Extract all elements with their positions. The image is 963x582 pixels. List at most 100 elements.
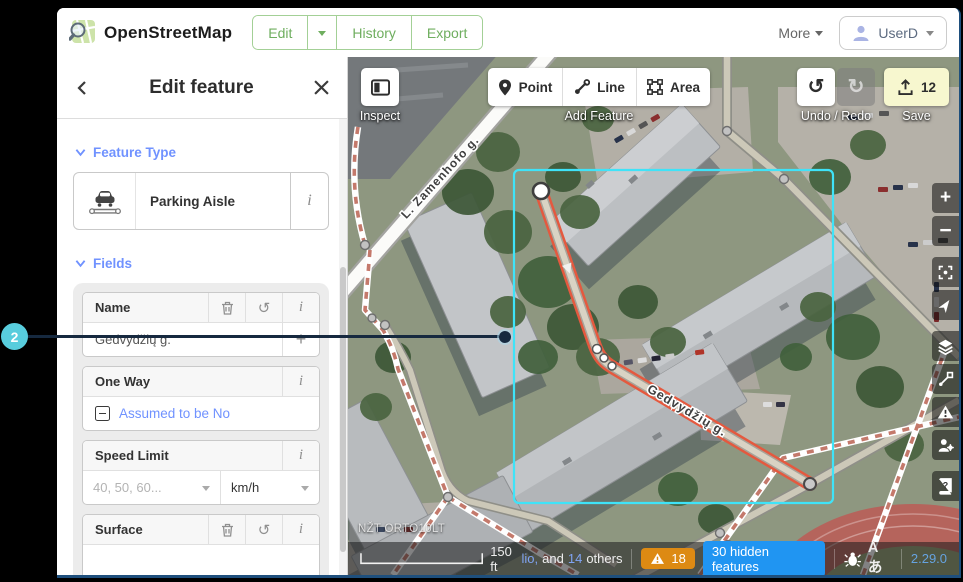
more-label: More bbox=[778, 25, 810, 41]
osm-brand[interactable]: OpenStreetMap bbox=[69, 19, 232, 46]
help-button[interactable]: ? bbox=[932, 471, 959, 501]
field-info-button[interactable]: i bbox=[282, 367, 319, 396]
way-start-vertex[interactable] bbox=[533, 183, 549, 199]
back-button[interactable] bbox=[75, 80, 89, 96]
edit-dropdown-button[interactable] bbox=[307, 16, 336, 49]
inspect-panel-icon bbox=[371, 79, 390, 96]
inspect-button[interactable] bbox=[361, 68, 399, 106]
chevron-down-icon bbox=[815, 31, 823, 40]
preferences-button[interactable] bbox=[932, 430, 959, 460]
scrollbar-thumb[interactable] bbox=[340, 267, 346, 552]
imagery-attribution[interactable]: NŽT ORTO10LT bbox=[358, 523, 445, 535]
field-info-button[interactable]: i bbox=[282, 515, 319, 544]
brand-title: OpenStreetMap bbox=[104, 23, 232, 43]
name-field-label: Name bbox=[83, 293, 208, 322]
contributor-link[interactable]: lio, bbox=[522, 551, 539, 566]
sidebar-content: Feature Type Parking bbox=[57, 119, 339, 575]
more-menu-button[interactable]: More bbox=[778, 25, 823, 41]
frame-target-icon bbox=[937, 264, 954, 281]
user-menu-button[interactable]: UserD bbox=[839, 16, 947, 50]
redo-button[interactable]: ↻ bbox=[837, 68, 875, 106]
user-settings-icon bbox=[937, 437, 954, 453]
save-button[interactable]: 12 bbox=[884, 68, 949, 106]
save-count-badge: 12 bbox=[921, 80, 936, 95]
zoom-out-button[interactable]: − bbox=[932, 216, 959, 246]
chevron-down-icon bbox=[202, 486, 210, 495]
header-right: More UserD bbox=[778, 16, 947, 50]
hidden-features-label: 30 hidden features bbox=[712, 544, 816, 574]
chevron-down-icon bbox=[301, 486, 309, 495]
chevron-down-icon bbox=[926, 31, 934, 40]
undo-button[interactable]: ↺ bbox=[797, 68, 835, 106]
field-info-button[interactable]: i bbox=[282, 293, 319, 322]
hidden-features-badge[interactable]: 30 hidden features bbox=[703, 541, 825, 576]
speed-placeholder: 40, 50, 60... bbox=[93, 480, 162, 495]
report-bug-icon[interactable] bbox=[844, 551, 861, 567]
annotation-number-badge: 2 bbox=[1, 323, 28, 350]
fields-container: Name ↺ i Gedvydžių g. + bbox=[73, 283, 329, 575]
layers-icon bbox=[937, 338, 954, 355]
browser-window: OpenStreetMap Edit History Export More U… bbox=[57, 8, 961, 578]
preset-info-button[interactable]: i bbox=[290, 173, 328, 229]
way-vertex[interactable] bbox=[593, 345, 602, 354]
navigation-arrow-icon bbox=[938, 298, 953, 313]
add-area-button[interactable]: Area bbox=[636, 68, 710, 106]
zoom-in-button[interactable]: + bbox=[932, 183, 959, 213]
statusbar-divider bbox=[901, 549, 902, 569]
warning-triangle-icon bbox=[650, 552, 665, 565]
name-input[interactable]: Gedvydžių g. bbox=[83, 323, 282, 356]
area-label: Area bbox=[670, 80, 700, 95]
save-label: Save bbox=[884, 109, 949, 123]
export-button[interactable]: Export bbox=[411, 16, 482, 49]
translate-button[interactable]: Aあ bbox=[868, 540, 892, 575]
map-data-icon bbox=[938, 371, 954, 387]
upload-icon bbox=[897, 79, 914, 96]
fields-section-toggle[interactable]: Fields bbox=[75, 256, 329, 271]
chevron-down-icon bbox=[75, 259, 86, 268]
issues-badge[interactable]: 18 bbox=[641, 548, 694, 569]
geolocate-button[interactable] bbox=[932, 290, 959, 320]
contributor-count-link[interactable]: 14 bbox=[568, 551, 582, 566]
map-canvas[interactable]: L. Zamenhofo g. Gedvydžių g. bbox=[348, 57, 959, 575]
oneway-value: Assumed to be No bbox=[119, 406, 230, 421]
indeterminate-icon bbox=[99, 413, 106, 415]
delete-field-button[interactable] bbox=[208, 293, 245, 322]
issues-button[interactable] bbox=[932, 397, 959, 427]
attrib-text: others bbox=[586, 551, 622, 566]
add-line-button[interactable]: Line bbox=[562, 68, 636, 106]
name-field: Name ↺ i Gedvydžių g. + bbox=[82, 292, 320, 357]
add-language-button[interactable]: + bbox=[282, 323, 319, 356]
add-point-button[interactable]: Point bbox=[488, 68, 562, 106]
annotation-target-dot bbox=[499, 331, 511, 343]
map-data-button[interactable] bbox=[932, 364, 959, 394]
version-link[interactable]: 2.29.0 bbox=[911, 551, 947, 566]
close-button[interactable] bbox=[314, 80, 329, 95]
way-vertex[interactable] bbox=[608, 362, 616, 370]
feature-type-label: Feature Type bbox=[93, 145, 176, 160]
speed-unit-select[interactable]: km/h bbox=[221, 471, 319, 504]
oneway-checkbox[interactable] bbox=[95, 406, 110, 421]
add-feature-label: Add Feature bbox=[488, 109, 710, 123]
speed-value-select[interactable]: 40, 50, 60... bbox=[83, 471, 221, 504]
header-nav: Edit History Export bbox=[252, 15, 483, 50]
history-button[interactable]: History bbox=[336, 16, 411, 49]
edit-button[interactable]: Edit bbox=[253, 16, 307, 49]
field-info-button[interactable]: i bbox=[282, 441, 319, 470]
add-feature-group: Point Line Area bbox=[488, 68, 710, 106]
feature-type-section-toggle[interactable]: Feature Type bbox=[75, 145, 329, 160]
revert-field-button[interactable]: ↺ bbox=[245, 293, 282, 322]
inspect-label: Inspect bbox=[348, 109, 412, 123]
sidebar-header: Edit feature bbox=[57, 57, 347, 119]
undo-redo-label: Undo / Redo bbox=[788, 109, 884, 123]
zoom-to-selection-button[interactable] bbox=[932, 257, 959, 287]
revert-field-button[interactable]: ↺ bbox=[245, 515, 282, 544]
background-settings-button[interactable] bbox=[932, 331, 959, 361]
way-vertex[interactable] bbox=[600, 354, 608, 362]
surface-field: Surface ↺ i bbox=[82, 514, 320, 575]
map-area[interactable]: L. Zamenhofo g. Gedvydžių g. Inspect Poi… bbox=[348, 57, 959, 575]
issues-count: 18 bbox=[671, 551, 685, 566]
delete-field-button[interactable] bbox=[208, 515, 245, 544]
way-end-vertex[interactable] bbox=[804, 478, 816, 490]
surface-field-label: Surface bbox=[83, 515, 208, 544]
preset-button[interactable]: Parking Aisle i bbox=[73, 172, 329, 230]
